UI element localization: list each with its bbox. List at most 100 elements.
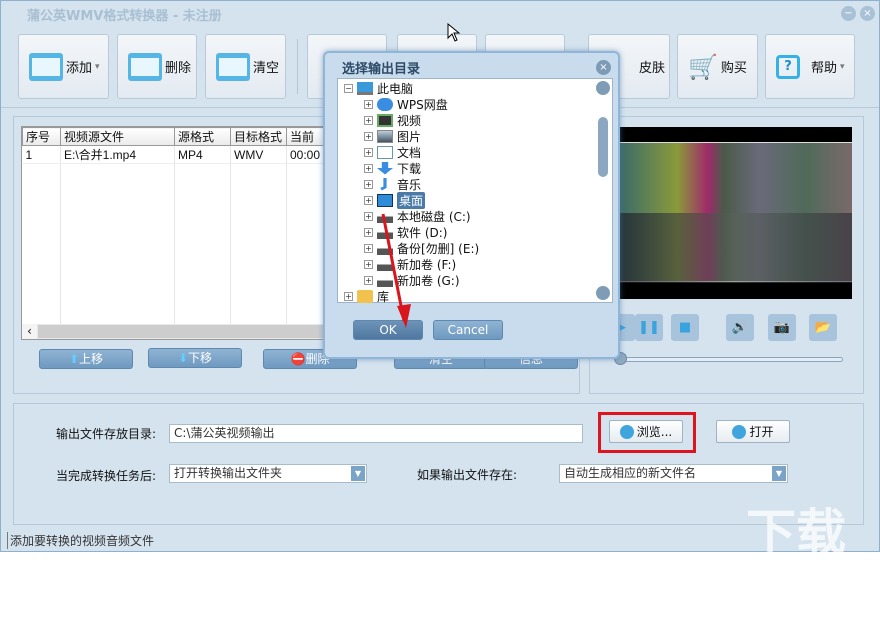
file-exists-select[interactable]: 自动生成相应的新文件名 ▼ [559, 464, 788, 483]
red-arrow-annotation [381, 213, 411, 328]
expand-icon[interactable]: + [364, 115, 373, 125]
buy-label: 购买 [720, 61, 747, 76]
cancel-button[interactable]: Cancel [433, 320, 503, 340]
minus-circle-icon: ⛔ [290, 352, 306, 366]
move-down-label: 下移 [188, 351, 213, 365]
expand-icon[interactable]: + [364, 147, 373, 157]
tree-item-label: 视频 [397, 113, 422, 128]
move-up-label: 上移 [79, 352, 104, 366]
stop-button[interactable]: ■ [671, 314, 699, 341]
cell-target-format: WMV [230, 145, 287, 164]
chevron-down-icon: ▾ [840, 61, 845, 72]
tree-item[interactable]: − 此电脑 [344, 80, 413, 96]
dialog-title: 选择输出目录 [342, 62, 421, 77]
output-dir-label: 输出文件存放目录: [56, 427, 157, 441]
move-up-button[interactable]: ⬆上移 [39, 349, 133, 369]
seek-slider[interactable] [619, 357, 843, 362]
tree-item-label: 图片 [397, 129, 422, 144]
select-output-dir-dialog: 选择输出目录 × − 此电脑 + WPS网盘 + 视频 + 图片 + 文档 + 下载 + 音乐 + 桌面 + 本地… [323, 51, 620, 359]
tree-item-label: WPS网盘 [397, 97, 448, 112]
tree-item-label: 此电脑 [377, 81, 414, 96]
document-icon [377, 145, 393, 159]
clear-button[interactable]: 清空 [205, 34, 286, 99]
col-source-format[interactable]: 源格式 [174, 127, 231, 146]
arrow-up-icon: ⬆ [68, 352, 80, 366]
close-button[interactable]: × [860, 6, 875, 21]
expand-icon[interactable]: + [364, 163, 373, 173]
tree-item[interactable]: + WPS网盘 [364, 96, 448, 112]
open-label: 打开 [749, 425, 774, 439]
col-target-format[interactable]: 目标格式 [230, 127, 287, 146]
file-exists-value: 自动生成相应的新文件名 [564, 466, 697, 480]
open-button[interactable]: 打开 [716, 420, 790, 443]
col-index[interactable]: 序号 [22, 127, 61, 146]
scroll-down-icon[interactable] [596, 286, 610, 300]
tree-item[interactable]: + 文档 [364, 144, 421, 160]
tree-item[interactable]: + 视频 [364, 112, 421, 128]
window-title: 蒲公英WMV格式转换器 - 未注册 [27, 9, 222, 24]
highlight-box [598, 412, 696, 453]
minimize-button[interactable]: − [841, 6, 856, 21]
film-icon [377, 113, 393, 127]
status-bar-text: 添加要转换的视频音频文件 [7, 532, 154, 549]
tree-item[interactable]: + 音乐 [364, 176, 421, 192]
snapshot-button[interactable]: 📷 [768, 314, 796, 341]
clear-video-icon [216, 52, 250, 81]
toolbar-divider [297, 39, 298, 94]
cloud-icon [377, 97, 393, 111]
tree-item-label: 下载 [397, 161, 422, 176]
help-button[interactable]: ? 帮助 ▾ [765, 34, 855, 99]
dialog-close-button[interactable]: × [596, 60, 611, 75]
file-exists-label: 如果输出文件存在: [417, 468, 518, 482]
buy-button[interactable]: 🛒 购买 [677, 34, 758, 99]
music-icon [380, 177, 387, 191]
desktop-icon [377, 193, 393, 207]
help-label: 帮助 [811, 61, 838, 76]
add-button[interactable]: 添加 ▾ [18, 34, 109, 99]
video-frame [619, 142, 852, 283]
tree-item-label: 文档 [397, 145, 422, 160]
film-reel-icon [732, 424, 747, 439]
output-dir-input[interactable]: C:\蒲公英视频输出 [169, 424, 583, 443]
expand-icon[interactable]: + [364, 99, 373, 109]
expand-icon[interactable]: + [364, 195, 373, 205]
help-icon: ? [776, 54, 800, 79]
tree-item[interactable]: + 下载 [364, 160, 421, 176]
expand-icon[interactable]: + [364, 131, 373, 141]
download-icon [377, 161, 393, 175]
cell-source-format: MP4 [174, 145, 231, 164]
open-folder-button[interactable]: 📂 [809, 314, 837, 341]
collapse-icon[interactable]: − [344, 83, 353, 93]
col-source-file[interactable]: 视频源文件 [60, 127, 175, 146]
move-down-button[interactable]: ⬇下移 [148, 348, 242, 368]
chevron-down-icon[interactable]: ▼ [772, 466, 786, 481]
tree-scrollbar[interactable] [595, 80, 611, 301]
add-video-icon [29, 52, 63, 81]
after-task-value: 打开转换输出文件夹 [174, 466, 283, 480]
tree-item[interactable]: + 图片 [364, 128, 421, 144]
chevron-down-icon[interactable]: ▼ [351, 466, 365, 481]
tree-item-label: 音乐 [397, 177, 422, 192]
scroll-left-icon[interactable]: ‹ [22, 324, 37, 339]
add-label: 添加 [66, 61, 93, 76]
arrow-down-icon: ⬇ [177, 351, 189, 365]
after-task-label: 当完成转换任务后: [56, 469, 157, 483]
cell-source-file: E:\合并1.mp4 [60, 145, 175, 164]
app-window: 蒲公英WMV格式转换器 - 未注册 − × 添加 ▾ 删除 清空 皮肤 🛒 购买 ?… [0, 0, 880, 634]
after-task-select[interactable]: 打开转换输出文件夹 ▼ [169, 464, 367, 483]
scrollbar-thumb[interactable] [598, 117, 608, 177]
expand-icon[interactable]: + [364, 179, 373, 189]
delete-label: 删除 [165, 61, 192, 76]
scrollbar-thumb[interactable] [38, 325, 338, 338]
monitor-icon [357, 81, 373, 95]
skin-label: 皮肤 [639, 61, 666, 76]
clear-label: 清空 [253, 61, 280, 76]
delete-video-icon [128, 52, 162, 81]
scroll-up-icon[interactable] [596, 81, 610, 95]
image-icon [377, 129, 393, 143]
expand-icon[interactable]: + [344, 291, 353, 301]
delete-button[interactable]: 删除 [117, 34, 197, 99]
cell-index: 1 [22, 145, 61, 164]
pause-button[interactable]: ❚❚ [635, 314, 663, 341]
volume-button[interactable]: 🔊 [726, 314, 754, 341]
